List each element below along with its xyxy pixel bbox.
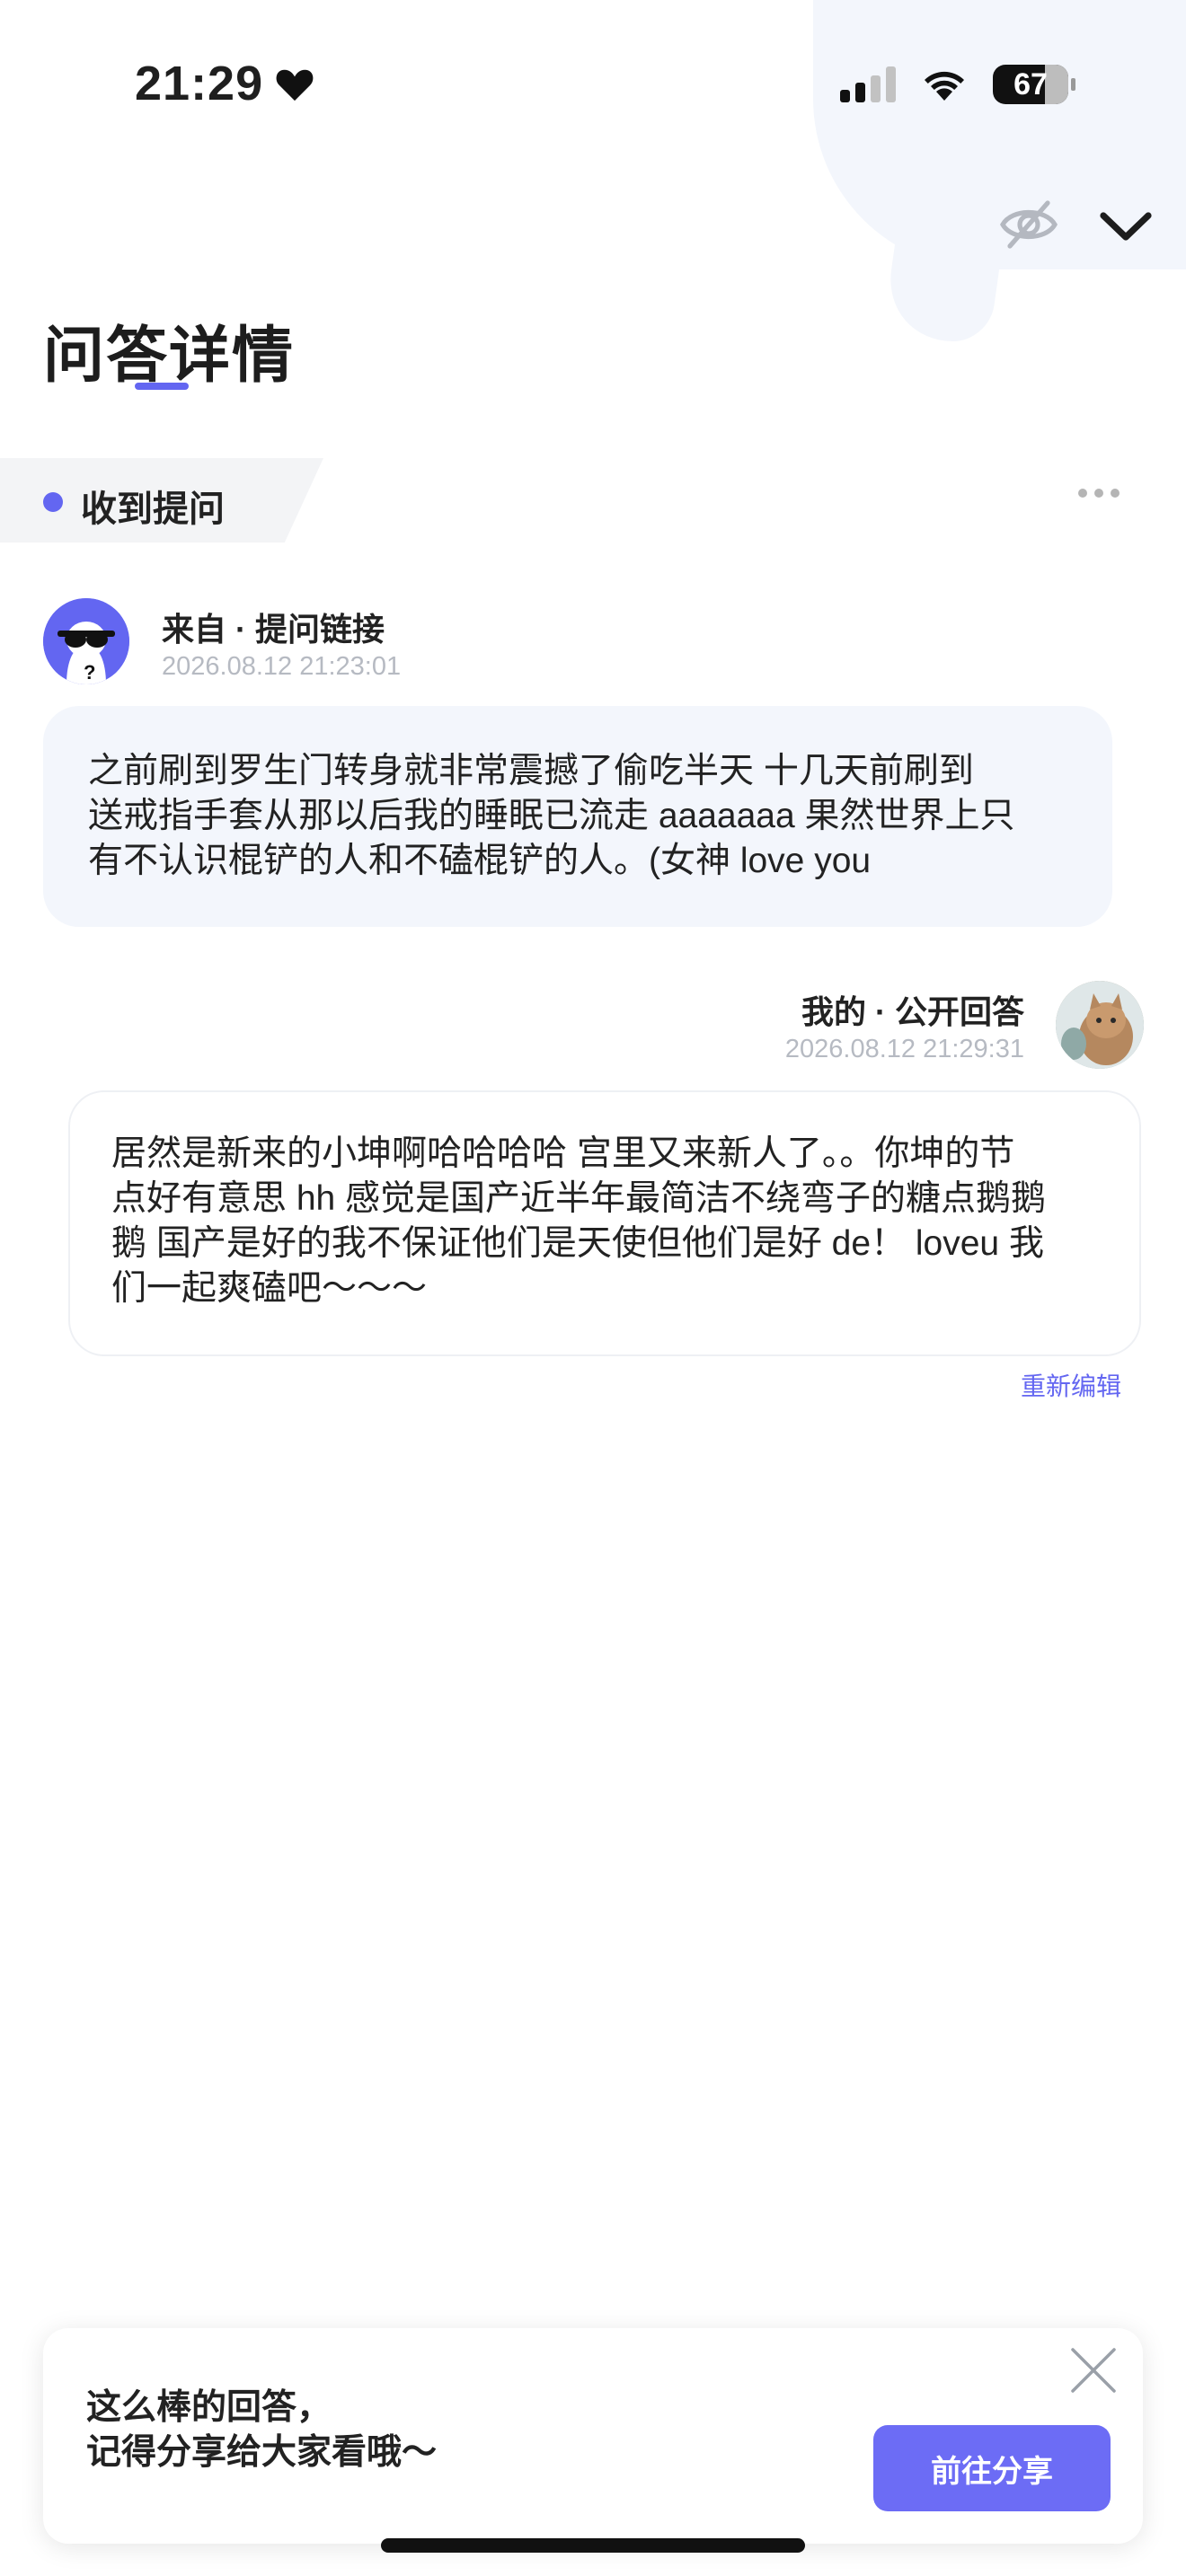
more-icon[interactable] [1078,489,1120,498]
answer-bubble: 居然是新来的小坤啊哈哈哈哈 宫里又来新人了。。你坤的节 点好有意思 hh 感觉是… [68,1090,1141,1356]
wifi-icon [925,71,964,101]
status-time: 21:29 [135,56,315,111]
question-bubble: 之前刷到罗生门转身就非常震撼了偷吃半天 十几天前刷到 送戒指手套从那以后我的睡眠… [43,706,1112,927]
close-icon[interactable] [1067,2344,1120,2396]
answer-line: 鹅 国产是好的我不保证他们是天使但他们是好 de！ loveu 我 [111,1224,1044,1263]
status-indicators: 67 [840,65,1075,104]
question-time: 2026.08.12 21:23:01 [162,652,402,681]
battery-icon: 67 [993,65,1075,104]
eye-off-icon[interactable] [999,199,1058,250]
svg-text:?: ? [84,661,95,684]
question-line: 送戒指手套从那以后我的睡眠已流走 aaaaaaa 果然世界上只 [88,797,1015,835]
title-underline [135,383,189,390]
question-source: 来自 · 提问链接 [162,611,385,648]
heart-icon [276,69,314,101]
user-avatar [1056,981,1144,1069]
page-title: 问答详情 [43,322,296,390]
chevron-down-icon[interactable] [1098,208,1154,244]
share-prompt-line: 这么棒的回答， [86,2388,332,2427]
status-time-text: 21:29 [135,57,264,110]
question-text: 之前刷到罗生门转身就非常震撼了偷吃半天 十几天前刷到 送戒指手套从那以后我的睡眠… [88,749,1067,884]
share-button[interactable]: 前往分享 [873,2425,1111,2511]
answer-time: 2026.08.12 21:29:31 [784,1035,1024,1063]
answer-line: 们一起爽磕吧～～～ [111,1269,428,1308]
share-prompt: 这么棒的回答， 记得分享给大家看哦～ [86,2386,437,2475]
question-line: 有不认识棍铲的人和不磕棍铲的人。(女神 love you [88,842,872,880]
answer-line: 点好有意思 hh 感觉是国产近半年最简洁不绕弯子的糖点鹅鹅 [111,1179,1047,1218]
answer-label: 我的 · 公开回答 [801,993,1024,1030]
home-indicator[interactable] [381,2538,805,2553]
answer-line: 居然是新来的小坤啊哈哈哈哈 宫里又来新人了。。你坤的节 [111,1134,1015,1173]
asker-avatar: ? [43,598,129,684]
share-prompt-line: 记得分享给大家看哦～ [86,2433,438,2472]
received-dot [43,492,63,512]
reedit-link[interactable]: 重新编辑 [1021,1367,1121,1403]
answer-text: 居然是新来的小坤啊哈哈哈哈 宫里又来新人了。。你坤的节 点好有意思 hh 感觉是… [111,1132,1100,1311]
corner-decoration-tail [881,225,1006,341]
battery-level: 67 [1013,66,1048,101]
received-label: 收到提问 [81,490,225,529]
question-line: 之前刷到罗生门转身就非常震撼了偷吃半天 十几天前刷到 [88,752,974,790]
share-card: 这么棒的回答， 记得分享给大家看哦～ 前往分享 [43,2328,1143,2544]
signal-icon [840,66,896,102]
